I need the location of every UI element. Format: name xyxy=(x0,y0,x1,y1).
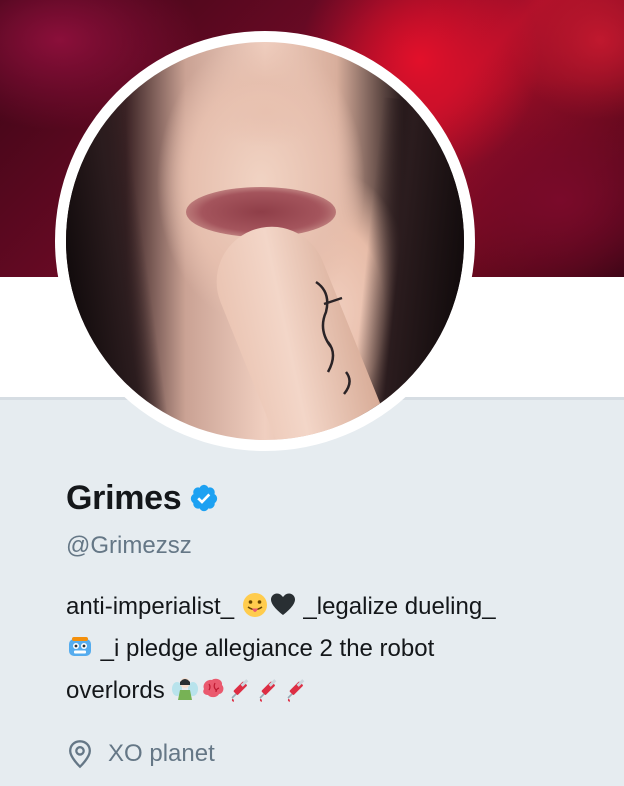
bio-text-4: overlords xyxy=(66,677,172,704)
bio-text-2: _legalize dueling_ xyxy=(296,593,496,620)
location-pin-icon xyxy=(69,740,91,769)
profile-bio: anti-imperialist_ _legalize dueling_ _i … xyxy=(66,586,606,712)
profile-handle[interactable]: @Grimezsz xyxy=(66,532,192,560)
tongue-face-emoji xyxy=(242,593,267,617)
black-heart-emoji xyxy=(270,593,295,615)
brain-emoji xyxy=(203,678,224,698)
syringe-emoji xyxy=(287,679,305,702)
bio-text-3: _i pledge allegiance 2 the robot xyxy=(94,635,435,662)
profile-location-row: XO planet xyxy=(66,737,215,771)
profile-avatar[interactable] xyxy=(55,31,475,451)
syringe-emoji xyxy=(259,679,277,702)
robot-emoji xyxy=(69,637,91,656)
bio-text-1: anti-imperialist_ xyxy=(66,593,241,620)
fairy-emoji xyxy=(172,678,199,700)
syringe-emoji xyxy=(231,679,249,702)
verified-badge-icon xyxy=(191,484,218,512)
finger-tattoo xyxy=(315,280,351,395)
profile-name[interactable]: Grimes xyxy=(66,479,182,518)
profile-location: XO planet xyxy=(108,740,215,767)
profile-name-row: Grimes xyxy=(66,478,219,518)
avatar-photo xyxy=(66,42,464,440)
